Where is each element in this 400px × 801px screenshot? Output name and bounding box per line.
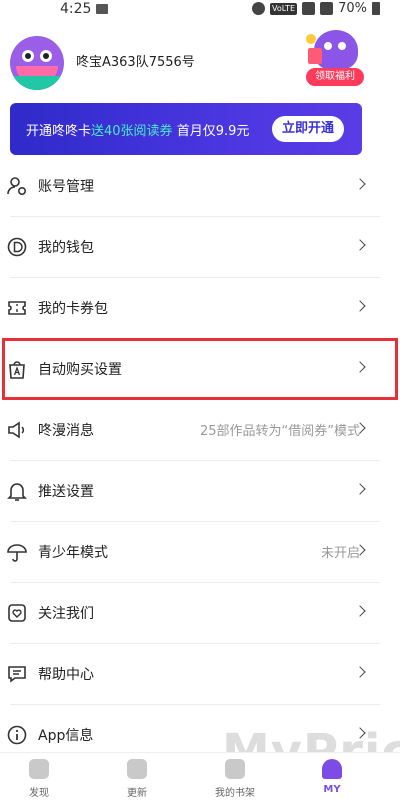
menu-label: 咚漫消息 xyxy=(38,423,94,439)
gallery-notification-icon xyxy=(96,4,108,14)
menu-label: 帮助中心 xyxy=(38,667,94,683)
status-icons: VoLTE 70% xyxy=(252,1,380,16)
battery-percent: 70% xyxy=(338,1,367,16)
menu-item-youth-mode[interactable]: 青少年模式 未开启 xyxy=(0,522,400,583)
menu-value: 25部作品转为“借阅券”模式 xyxy=(199,424,360,439)
umbrella-icon xyxy=(6,541,28,563)
bell-icon xyxy=(6,480,28,502)
chevron-right-icon xyxy=(354,239,366,251)
bookshelf-icon xyxy=(225,759,245,779)
ticket-icon xyxy=(6,297,28,319)
account-settings-icon xyxy=(6,175,28,197)
subscribe-button[interactable]: 立即开通 xyxy=(272,116,344,142)
volte-icon: VoLTE xyxy=(270,2,298,15)
banner-text: 开通咚咚卡送40张阅读券 首月仅9.9元 xyxy=(26,120,249,139)
speaker-icon xyxy=(6,419,28,441)
tab-bookshelf[interactable]: 我的书架 xyxy=(205,753,265,801)
avatar-eye-right xyxy=(40,50,52,62)
signal-icon xyxy=(320,2,334,15)
calendar-icon xyxy=(127,759,147,779)
chevron-right-icon xyxy=(354,300,366,312)
avatar-eye-left xyxy=(22,50,34,62)
menu-item-wallet[interactable]: 我的钱包 xyxy=(0,217,400,278)
battery-icon xyxy=(372,2,380,15)
avatar-collar xyxy=(10,76,64,90)
welfare-label: 领取福利 xyxy=(306,68,364,86)
menu-item-coupons[interactable]: 我的卡券包 xyxy=(0,278,400,339)
info-icon xyxy=(6,724,28,746)
banner-text-a: 开通咚咚卡 xyxy=(26,124,92,139)
auto-purchase-bag-icon xyxy=(6,358,28,380)
tab-label: 我的书架 xyxy=(215,788,255,799)
chevron-right-icon xyxy=(354,605,366,617)
chevron-right-icon xyxy=(354,178,366,190)
discover-icon xyxy=(29,759,49,779)
menu-item-account[interactable]: 账号管理 xyxy=(0,156,400,217)
avatar[interactable] xyxy=(10,36,64,90)
gift-calendar-icon xyxy=(308,48,322,64)
profile-header: 咚宝A363队7556号 领取福利 xyxy=(0,26,400,96)
menu-label: 账号管理 xyxy=(38,179,94,195)
mute-icon xyxy=(302,2,316,15)
chevron-right-icon xyxy=(354,666,366,678)
menu-item-follow-us[interactable]: 关注我们 xyxy=(0,583,400,644)
menu-item-push[interactable]: 推送设置 xyxy=(0,461,400,522)
menu-item-auto-purchase[interactable]: 自动购买设置 xyxy=(0,339,400,400)
chevron-right-icon xyxy=(354,361,366,373)
tab-label: 更新 xyxy=(127,788,147,799)
chat-icon xyxy=(6,663,28,685)
banner-text-b: 首月仅9.9元 xyxy=(172,124,250,139)
bottom-tab-bar: 发现 更新 我的书架 MY xyxy=(0,752,400,801)
profile-icon xyxy=(322,759,342,779)
banner-text-highlight: 送40张阅读券 xyxy=(91,124,173,139)
chevron-right-icon xyxy=(354,483,366,495)
status-bar: 4:25 VoLTE 70% xyxy=(0,0,400,20)
menu-label: App信息 xyxy=(38,728,94,744)
alarm-icon xyxy=(252,2,266,15)
tab-label: 发现 xyxy=(29,788,49,799)
chevron-right-icon xyxy=(354,727,366,739)
welfare-button[interactable]: 领取福利 xyxy=(306,30,364,88)
tab-updates[interactable]: 更新 xyxy=(107,753,167,801)
menu-label: 关注我们 xyxy=(38,606,94,622)
wallet-icon xyxy=(6,236,28,258)
menu-label: 推送设置 xyxy=(38,484,94,500)
settings-menu: 账号管理 我的钱包 我的卡券包 自动购买设置 咚漫消息 25部作品转为“借阅券”… xyxy=(0,156,400,766)
menu-item-help[interactable]: 帮助中心 xyxy=(0,644,400,705)
menu-label: 自动购买设置 xyxy=(38,362,122,378)
username[interactable]: 咚宝A363队7556号 xyxy=(76,51,195,70)
status-time: 4:25 xyxy=(60,1,92,17)
tab-discover[interactable]: 发现 xyxy=(9,753,69,801)
menu-label: 我的卡券包 xyxy=(38,301,108,317)
menu-label: 我的钱包 xyxy=(38,240,94,256)
tab-my[interactable]: MY xyxy=(302,753,362,801)
menu-label: 青少年模式 xyxy=(38,545,108,561)
heart-frame-icon xyxy=(6,602,28,624)
tab-label: MY xyxy=(323,784,341,795)
menu-item-messages[interactable]: 咚漫消息 25部作品转为“借阅券”模式 xyxy=(0,400,400,461)
menu-value: 未开启 xyxy=(320,546,360,561)
membership-banner[interactable]: 开通咚咚卡送40张阅读券 首月仅9.9元 立即开通 xyxy=(10,103,362,155)
